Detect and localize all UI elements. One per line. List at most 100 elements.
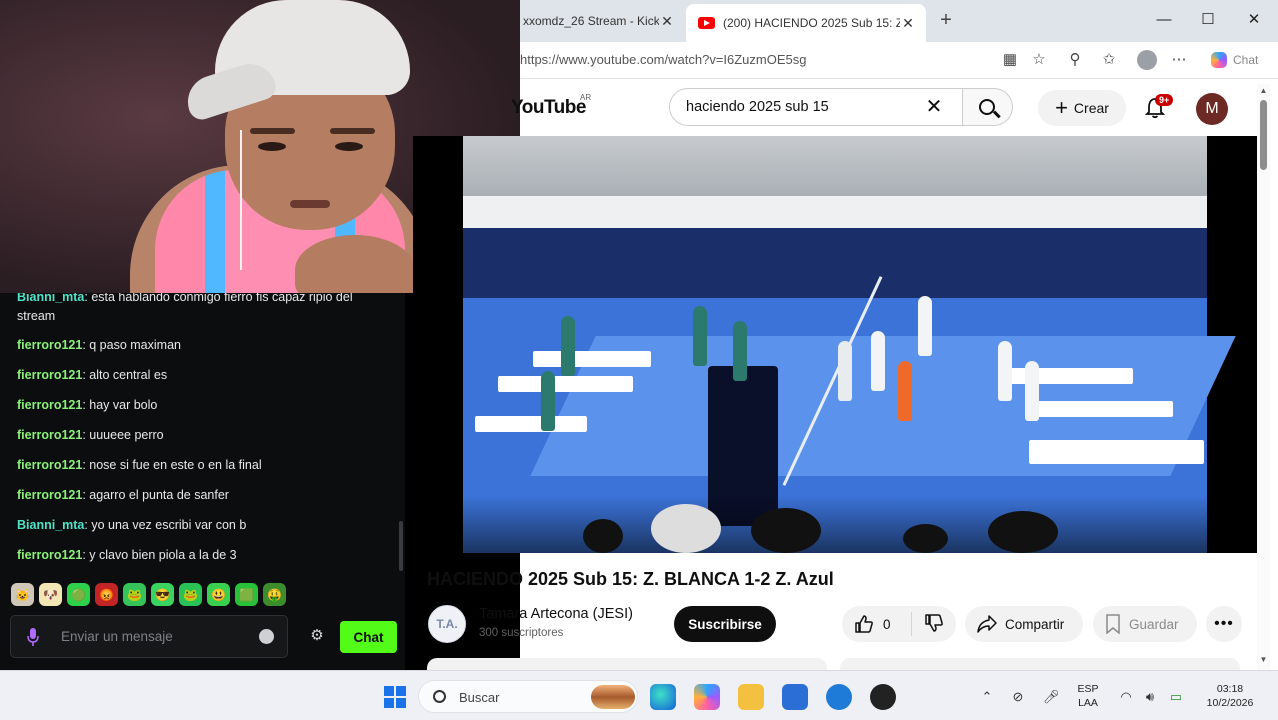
- video-player[interactable]: [413, 136, 1257, 553]
- vpn-icon[interactable]: ⊘: [1010, 689, 1026, 705]
- chat-text: : agarro el punta de sanfer: [82, 488, 229, 502]
- related-card[interactable]: [840, 658, 1240, 670]
- emote-icon[interactable]: 🟩: [235, 583, 258, 606]
- streamer-eye-right: [335, 142, 363, 151]
- channel-avatar[interactable]: T.A.: [428, 605, 466, 643]
- chevron-up-icon[interactable]: ⌃: [979, 689, 995, 705]
- window-close-icon[interactable]: ✕: [1244, 10, 1264, 30]
- like-button[interactable]: 0: [842, 612, 912, 636]
- dislike-button[interactable]: [912, 613, 944, 636]
- microphone-icon[interactable]: [27, 628, 39, 646]
- subscribe-button[interactable]: Suscribirse: [674, 606, 776, 642]
- youtube-favicon-icon: [698, 17, 715, 29]
- chat-username[interactable]: Bianni_mta: [17, 293, 84, 304]
- chat-username[interactable]: fierroro121: [17, 458, 82, 472]
- spectator: [751, 508, 821, 553]
- copilot-label: Chat: [1233, 53, 1259, 67]
- emoji-picker-icon[interactable]: [259, 629, 274, 644]
- emote-icon[interactable]: 🐸: [123, 583, 146, 606]
- chat-message-input[interactable]: Enviar un mensaje: [10, 615, 288, 658]
- scroll-down-icon[interactable]: ▼: [1259, 655, 1268, 664]
- chat-username[interactable]: fierroro121: [17, 428, 82, 442]
- bookmark-icon: [1106, 614, 1120, 634]
- taskbar-search[interactable]: Buscar: [418, 680, 638, 713]
- create-button[interactable]: + Crear: [1038, 90, 1126, 126]
- volume-icon[interactable]: 🔊︎: [1142, 689, 1158, 705]
- file-explorer-icon[interactable]: [738, 684, 764, 710]
- player: [998, 341, 1012, 401]
- favorites-list-icon[interactable]: ✩: [1100, 51, 1118, 69]
- obs-icon[interactable]: [870, 684, 896, 710]
- description-card[interactable]: [427, 658, 827, 670]
- chat-message: fierroro121: agarro el punta de sanfer: [17, 486, 392, 505]
- clock-time: 03:18: [1216, 683, 1244, 695]
- chat-username[interactable]: Bianni_mta: [17, 518, 84, 532]
- maximize-icon[interactable]: ☐: [1198, 10, 1218, 30]
- new-tab-icon[interactable]: +: [935, 9, 957, 31]
- chat-message: fierroro121: y clavo bien piola a la de …: [17, 546, 392, 565]
- stream-chat-panel: Bianni_mta: esta hablando conmigo fierro…: [0, 293, 405, 670]
- wifi-icon[interactable]: ◠: [1118, 689, 1134, 705]
- tab-kick-stream[interactable]: xxomdz_26 Stream - Kick ✕: [520, 0, 685, 42]
- chat-text: : y clavo bien piola a la de 3: [82, 548, 237, 562]
- emote-icon[interactable]: 😃: [207, 583, 230, 606]
- tab-youtube[interactable]: (200) HACIENDO 2025 Sub 15: Z. B ✕: [686, 4, 926, 42]
- extensions-icon[interactable]: ⚲: [1066, 51, 1084, 69]
- battery-icon[interactable]: ▭: [1168, 689, 1184, 705]
- scroll-up-icon[interactable]: ▲: [1259, 86, 1268, 95]
- chat-username[interactable]: fierroro121: [17, 398, 82, 412]
- page-scrollbar[interactable]: [1260, 100, 1267, 170]
- app-view-icon[interactable]: ▦: [1001, 51, 1019, 69]
- emote-icon[interactable]: 🟢: [67, 583, 90, 606]
- favorite-star-icon[interactable]: ☆: [1030, 51, 1048, 69]
- address-bar-url[interactable]: https://www.youtube.com/watch?v=I6ZuzmOE…: [520, 52, 807, 67]
- microphone-tray-icon[interactable]: 🎤︎: [1043, 689, 1060, 705]
- emote-icon[interactable]: 🐶: [39, 583, 62, 606]
- input-language[interactable]: ESP LAA: [1074, 682, 1102, 710]
- more-actions-icon[interactable]: •••: [1206, 606, 1242, 642]
- minimize-icon[interactable]: —: [1154, 10, 1174, 30]
- spectator: [583, 519, 623, 553]
- windows-taskbar: Buscar ⌃ ⊘ 🎤︎ ESP LAA ◠ 🔊︎ ▭ 03:18 10/2/…: [0, 670, 1278, 720]
- copilot-chat-button[interactable]: Chat: [1203, 47, 1269, 73]
- player: [918, 296, 932, 356]
- windows-start-icon[interactable]: [384, 686, 406, 708]
- edge-browser-icon[interactable]: [650, 684, 676, 710]
- youtube-search-input[interactable]: haciendo 2025 sub 15 ✕: [669, 88, 963, 126]
- chat-send-button[interactable]: Chat: [340, 621, 397, 653]
- copilot-app-icon[interactable]: [694, 684, 720, 710]
- more-menu-icon[interactable]: ⋯: [1170, 51, 1188, 69]
- microsoft-store-icon[interactable]: [782, 684, 808, 710]
- close-icon[interactable]: ✕: [659, 13, 675, 30]
- emote-icon[interactable]: 🐸: [179, 583, 202, 606]
- court-sign: [1033, 401, 1173, 417]
- clock-date: 10/2/2026: [1206, 697, 1254, 709]
- emote-icon[interactable]: 🤑: [263, 583, 286, 606]
- chat-username[interactable]: fierroro121: [17, 368, 82, 382]
- share-icon: [977, 615, 997, 633]
- thumbs-down-icon: [925, 613, 943, 632]
- share-button[interactable]: Compartir: [965, 606, 1083, 642]
- youtube-logo[interactable]: YouTube: [511, 97, 586, 119]
- gear-icon[interactable]: ⚙: [309, 628, 325, 644]
- save-button[interactable]: Guardar: [1093, 606, 1197, 642]
- emote-icon[interactable]: 😡: [95, 583, 118, 606]
- close-icon[interactable]: ✕: [900, 15, 916, 32]
- clock[interactable]: 03:18 10/2/2026: [1197, 682, 1263, 710]
- chat-message-list: Bianni_mta: esta hablando conmigo fierro…: [0, 293, 405, 571]
- outlook-icon[interactable]: [826, 684, 852, 710]
- chat-username[interactable]: fierroro121: [17, 488, 82, 502]
- chat-scrollbar[interactable]: [399, 521, 403, 571]
- emote-icon[interactable]: 😺: [11, 583, 34, 606]
- account-avatar[interactable]: M: [1196, 93, 1228, 125]
- profile-avatar-icon[interactable]: [1137, 50, 1157, 70]
- tab-title: (200) HACIENDO 2025 Sub 15: Z. B: [723, 16, 900, 30]
- chat-username[interactable]: fierroro121: [17, 548, 82, 562]
- chat-message: fierroro121: hay var bolo: [17, 396, 392, 415]
- channel-name[interactable]: Tamara Artecona (JESI): [479, 606, 633, 622]
- chat-username[interactable]: fierroro121: [17, 338, 82, 352]
- emote-icon[interactable]: 😎: [151, 583, 174, 606]
- search-button[interactable]: [963, 88, 1013, 126]
- clear-icon[interactable]: ✕: [923, 96, 945, 118]
- like-count: 0: [883, 616, 891, 632]
